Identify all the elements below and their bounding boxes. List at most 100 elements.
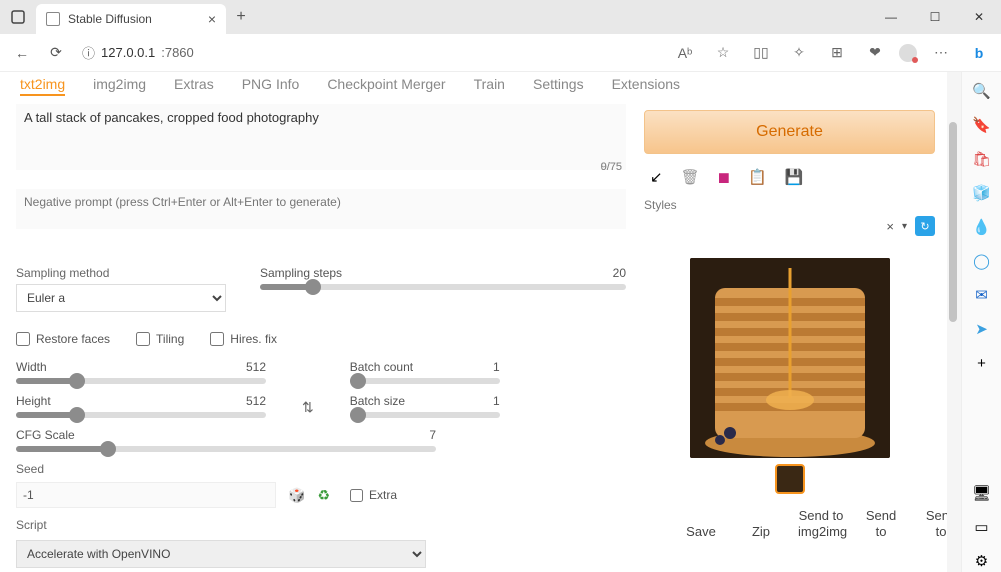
- cfg-slider[interactable]: [16, 446, 436, 452]
- styles-label: Styles: [644, 198, 935, 212]
- sampling-method-label: Sampling method: [16, 266, 236, 280]
- tab-pnginfo[interactable]: PNG Info: [242, 76, 300, 96]
- sidebar-settings-icon[interactable]: ⚙: [971, 550, 993, 572]
- window-maximize-button[interactable]: ☐: [913, 0, 957, 34]
- save-icon[interactable]: 💾: [785, 168, 804, 186]
- styles-refresh-button[interactable]: ↻: [915, 216, 935, 236]
- site-info-icon[interactable]: ⓘ: [82, 43, 95, 62]
- edge-sidebar: 🔍 🔖 🛍 🧊 💧 ◯ ✉ ➤ + 🖥 ▭ ⚙: [961, 72, 1001, 572]
- sidebar-send-icon[interactable]: ➤: [971, 318, 993, 340]
- send-to-img2img-button[interactable]: Send toimg2img: [798, 508, 844, 539]
- output-thumbnail[interactable]: [775, 464, 805, 494]
- window-titlebar: Stable Diffusion × + — ☐ ✕: [0, 0, 1001, 34]
- url-port: :7860: [161, 45, 194, 60]
- new-tab-button[interactable]: +: [226, 0, 256, 34]
- batch-size-slider[interactable]: [350, 412, 500, 418]
- performance-icon[interactable]: ❤: [861, 39, 889, 67]
- width-slider[interactable]: [16, 378, 266, 384]
- scrollbar[interactable]: [947, 72, 961, 572]
- tab-extensions[interactable]: Extensions: [612, 76, 680, 96]
- script-label: Script: [16, 518, 626, 532]
- tab-settings[interactable]: Settings: [533, 76, 584, 96]
- pancake-image-icon: [690, 258, 890, 458]
- tab-title: Stable Diffusion: [68, 12, 152, 26]
- address-bar: ← ⟳ ⓘ 127.0.0.1:7860 Aᵇ ☆ ▯▯ ✧ ⊞ ❤ ⋯ b: [0, 34, 1001, 72]
- batch-size-label: Batch size: [350, 394, 405, 408]
- tab-close-icon[interactable]: ×: [208, 11, 216, 27]
- tiling-checkbox[interactable]: Tiling: [136, 332, 184, 346]
- sidebar-drop-icon[interactable]: 💧: [971, 216, 993, 238]
- browser-tab[interactable]: Stable Diffusion ×: [36, 4, 226, 34]
- height-slider[interactable]: [16, 412, 266, 418]
- styles-dropdown-caret[interactable]: ▾: [902, 221, 907, 232]
- batch-count-label: Batch count: [350, 360, 413, 374]
- tab-train[interactable]: Train: [474, 76, 505, 96]
- bookmark-icon[interactable]: ◼: [718, 168, 730, 186]
- collections-icon[interactable]: ✧: [785, 39, 813, 67]
- extensions-icon[interactable]: ⊞: [823, 39, 851, 67]
- tab-img2img[interactable]: img2img: [93, 76, 146, 96]
- restore-faces-checkbox[interactable]: Restore faces: [16, 332, 110, 346]
- window-close-button[interactable]: ✕: [957, 0, 1001, 34]
- tab-actions-icon[interactable]: [0, 0, 36, 34]
- height-label: Height: [16, 394, 51, 408]
- sidebar-add-icon[interactable]: +: [971, 352, 993, 374]
- sidebar-outlook-icon[interactable]: ✉: [971, 284, 993, 306]
- back-button[interactable]: ←: [8, 39, 36, 67]
- menu-icon[interactable]: ⋯: [927, 39, 955, 67]
- tab-txt2img[interactable]: txt2img: [20, 76, 65, 96]
- scrollbar-thumb[interactable]: [949, 122, 957, 322]
- seed-reuse-button[interactable]: ♻: [317, 487, 330, 504]
- width-value: 512: [246, 360, 266, 374]
- styles-clear-button[interactable]: ×: [886, 219, 894, 234]
- batch-size-value: 1: [493, 394, 500, 408]
- swap-dims-button[interactable]: ⇅: [302, 399, 314, 416]
- send-to-extras-button[interactable]: Sendto: [918, 508, 947, 539]
- seed-random-button[interactable]: 🎲: [288, 487, 305, 504]
- cfg-value: 7: [429, 428, 436, 442]
- favorite-icon[interactable]: ☆: [709, 39, 737, 67]
- tab-checkpoint[interactable]: Checkpoint Merger: [327, 76, 445, 96]
- sidebar-tag-icon[interactable]: 🔖: [971, 114, 993, 136]
- reading-list-icon[interactable]: ▯▯: [747, 39, 775, 67]
- sidebar-tools-icon[interactable]: 🧊: [971, 182, 993, 204]
- output-image[interactable]: [690, 258, 890, 458]
- save-button[interactable]: Save: [678, 524, 724, 540]
- refresh-button[interactable]: ⟳: [42, 39, 70, 67]
- readaloud-icon[interactable]: Aᵇ: [671, 39, 699, 67]
- height-value: 512: [246, 394, 266, 408]
- script-select[interactable]: Accelerate with OpenVINO: [16, 540, 426, 568]
- app-tabs: txt2img img2img Extras PNG Info Checkpoi…: [16, 72, 935, 98]
- trash-icon[interactable]: 🗑: [681, 168, 700, 186]
- profile-avatar[interactable]: [899, 44, 917, 62]
- favicon-icon: [46, 12, 60, 26]
- hires-fix-checkbox[interactable]: Hires. fix: [210, 332, 277, 346]
- generate-button[interactable]: Generate: [644, 110, 935, 154]
- sampling-steps-value: 20: [613, 266, 626, 280]
- sidebar-search-icon[interactable]: 🔍: [971, 80, 993, 102]
- width-label: Width: [16, 360, 47, 374]
- batch-count-value: 1: [493, 360, 500, 374]
- sidebar-computer-icon[interactable]: 🖥: [971, 482, 993, 504]
- window-minimize-button[interactable]: —: [869, 0, 913, 34]
- tab-extras[interactable]: Extras: [174, 76, 214, 96]
- edit-icon[interactable]: ↙: [650, 168, 663, 186]
- sidebar-book-icon[interactable]: ▭: [971, 516, 993, 538]
- url-display[interactable]: ⓘ 127.0.0.1:7860: [82, 43, 194, 62]
- sidebar-office-icon[interactable]: ◯: [971, 250, 993, 272]
- seed-extra-checkbox[interactable]: Extra: [350, 488, 397, 502]
- clipboard-icon[interactable]: 📋: [748, 168, 767, 186]
- neg-token-count: 0/75: [601, 161, 622, 173]
- batch-count-slider[interactable]: [350, 378, 500, 384]
- send-to-inpaint-button[interactable]: Sendto: [858, 508, 904, 539]
- sampling-method-select[interactable]: Euler a: [16, 284, 226, 312]
- prompt-input[interactable]: A tall stack of pancakes, cropped food p…: [16, 104, 626, 170]
- seed-label: Seed: [16, 462, 626, 476]
- sampling-steps-label: Sampling steps: [260, 266, 342, 280]
- bing-icon[interactable]: b: [965, 39, 993, 67]
- zip-button[interactable]: Zip: [738, 524, 784, 540]
- negative-prompt-input[interactable]: [16, 189, 626, 229]
- seed-input[interactable]: [16, 482, 276, 508]
- sidebar-shopping-icon[interactable]: 🛍: [971, 148, 993, 170]
- sampling-steps-slider[interactable]: [260, 284, 626, 290]
